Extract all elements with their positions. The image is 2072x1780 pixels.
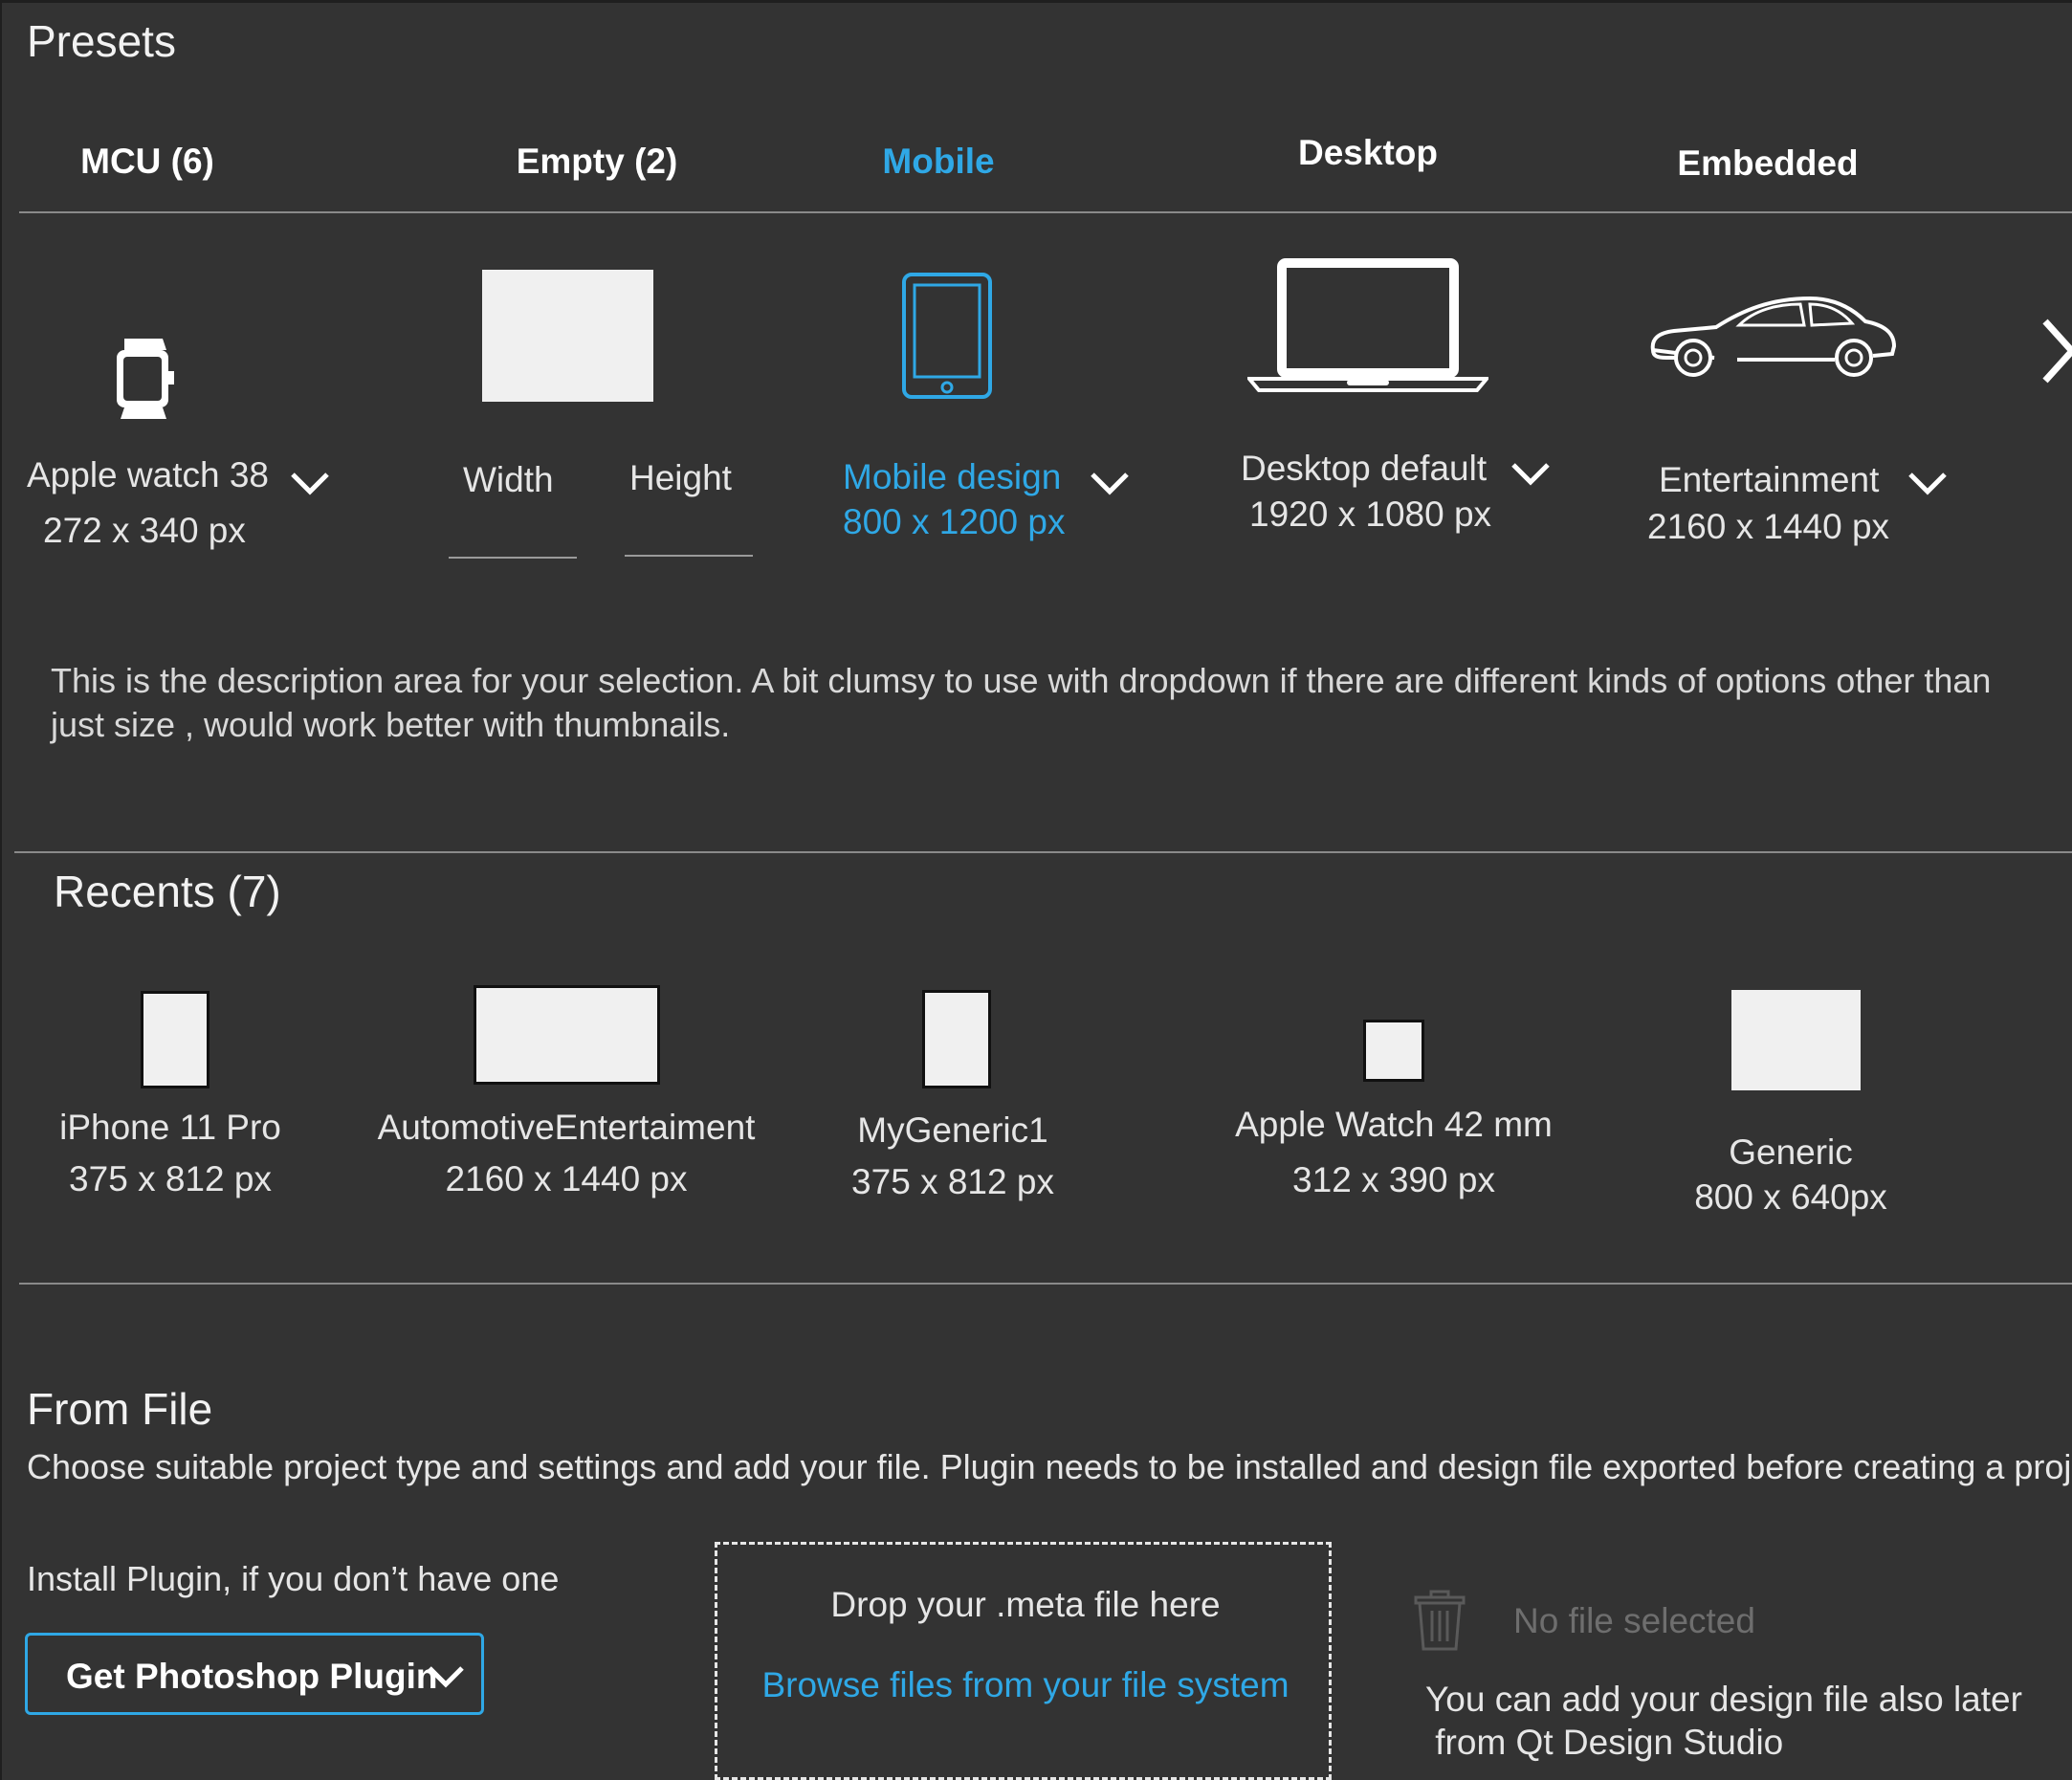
add-later-text-line2: from Qt Design Studio (1425, 1723, 1784, 1762)
blank-canvas-icon[interactable] (482, 270, 653, 402)
window-left-border (0, 0, 2, 1780)
laptop-icon[interactable] (1247, 258, 1488, 392)
recent-item-generic[interactable]: Generic 800 x 640px (1694, 1130, 1887, 1220)
presets-title: Presets (27, 16, 176, 66)
recent-thumbnail[interactable] (922, 990, 991, 1088)
section-divider (19, 1283, 2072, 1285)
install-plugin-label: Install Plugin, if you don’t have one (27, 1559, 560, 1598)
height-label: Height (629, 458, 732, 497)
recent-size: 312 x 390 px (1292, 1160, 1495, 1199)
chevron-down-icon[interactable] (1089, 469, 1131, 497)
recent-name: Generic (1729, 1132, 1853, 1172)
recent-name: Apple Watch 42 mm (1235, 1105, 1553, 1144)
preset-size: 272 x 340 px (43, 511, 246, 550)
browse-files-link[interactable]: Browse files from your file system (761, 1665, 1289, 1705)
recent-thumbnail[interactable] (1363, 1020, 1424, 1082)
no-file-selected-text: No file selected (1513, 1601, 1755, 1640)
recent-name: AutomotiveEntertaiment (377, 1108, 756, 1147)
tab-mobile[interactable]: Mobile (882, 142, 994, 182)
recent-item-mygeneric[interactable]: MyGeneric1 375 x 812 px (851, 1105, 1054, 1208)
chevron-right-icon[interactable] (2039, 316, 2072, 386)
plugin-button-label: Get Photoshop Plugin (66, 1657, 438, 1696)
preset-size-desktop: 1920 x 1080 px (1249, 494, 1492, 534)
chevron-down-icon[interactable] (1907, 469, 1949, 497)
preset-name-embedded: Entertainment (1659, 460, 1880, 499)
preset-name-desktop: Desktop default (1241, 449, 1488, 488)
width-label: Width (463, 460, 554, 499)
recent-size: 375 x 812 px (851, 1162, 1054, 1201)
tablet-icon[interactable] (901, 272, 993, 400)
chevron-down-icon[interactable] (289, 469, 331, 497)
recent-item-iphone[interactable]: iPhone 11 Pro 375 x 812 px (59, 1102, 281, 1205)
chevron-down-icon[interactable] (1510, 459, 1552, 488)
preset-name-mobile: Mobile design (843, 457, 1062, 496)
preset-size-mobile: 800 x 1200 px (843, 502, 1066, 541)
recent-item-applewatch[interactable]: Apple Watch 42 mm 312 x 390 px (1235, 1097, 1553, 1208)
tab-desktop[interactable]: Desktop (1298, 133, 1438, 173)
preset-name: Apple watch 38 (27, 455, 270, 494)
trash-icon[interactable] (1414, 1590, 1466, 1651)
recent-item-automotive[interactable]: AutomotiveEntertaiment 2160 x 1440 px (378, 1102, 756, 1205)
preset-description: This is the description area for your se… (51, 661, 1992, 744)
recent-size: 800 x 640px (1694, 1177, 1887, 1217)
tab-empty[interactable]: Empty (2) (517, 142, 678, 182)
presets-tab-divider (19, 211, 2072, 213)
from-file-description: Choose suitable project type and setting… (27, 1447, 2072, 1486)
recent-size: 2160 x 1440 px (445, 1159, 688, 1198)
recents-title: Recents (7) (54, 867, 281, 916)
recent-name: iPhone 11 Pro (59, 1108, 281, 1147)
preset-size-embedded: 2160 x 1440 px (1647, 507, 1890, 546)
watch-icon (117, 339, 174, 419)
car-icon[interactable] (1647, 293, 1898, 381)
height-input[interactable] (625, 555, 753, 557)
tab-embedded[interactable]: Embedded (1677, 143, 1858, 184)
recent-name: MyGeneric1 (857, 1110, 1048, 1150)
tab-mcu[interactable]: MCU (6) (80, 142, 214, 182)
section-divider (14, 851, 2072, 853)
file-drop-zone[interactable]: Drop your .meta file here Browse files f… (715, 1542, 1332, 1780)
drop-file-text: Drop your .meta file here (830, 1585, 1221, 1624)
get-photoshop-plugin-button[interactable]: Get Photoshop Plugin (25, 1633, 484, 1715)
recent-thumbnail[interactable] (1731, 990, 1861, 1090)
recent-size: 375 x 812 px (69, 1159, 272, 1198)
recent-thumbnail[interactable] (141, 991, 209, 1088)
from-file-title: From File (27, 1384, 213, 1434)
preset-apple-watch[interactable]: Apple watch 38 272 x 340 px (19, 325, 364, 564)
recent-thumbnail[interactable] (474, 985, 660, 1085)
width-input[interactable] (449, 557, 577, 559)
add-later-text-line1: You can add your design file also later (1425, 1680, 2022, 1719)
chevron-down-icon (428, 1666, 464, 1688)
window-top-border (0, 0, 2072, 3)
